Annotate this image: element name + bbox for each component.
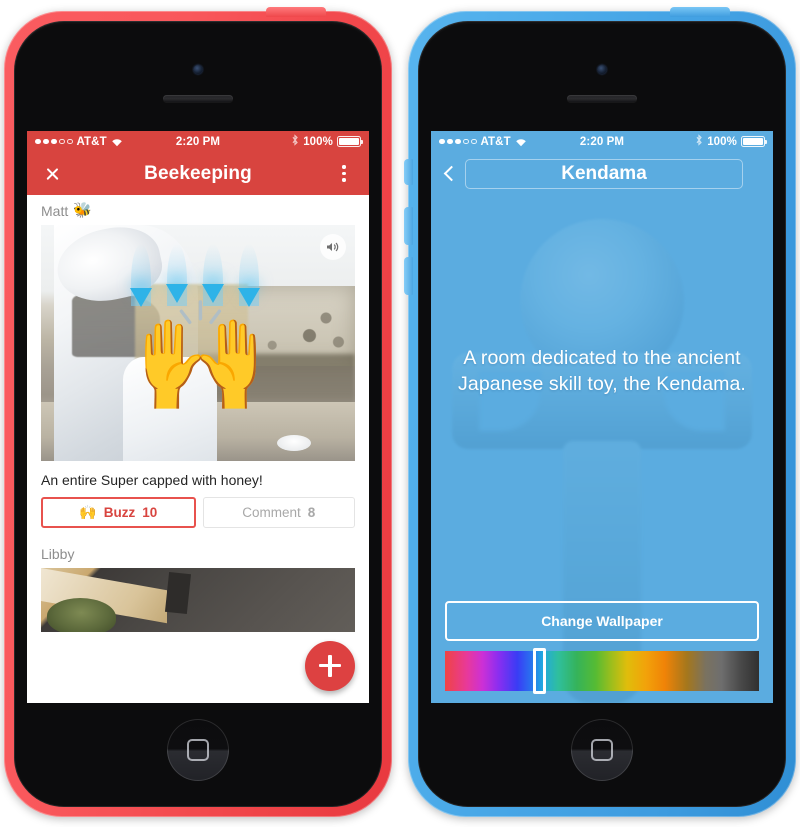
navbar-right: Kendama <box>431 152 773 195</box>
battery-percent-left: 100% <box>303 135 334 148</box>
bee-icon: 🐝 <box>73 202 92 219</box>
room-title-field[interactable]: Kendama <box>465 158 743 189</box>
home-button-right[interactable] <box>571 718 633 781</box>
wifi-icon-left <box>111 137 123 147</box>
phone-bezel-left: AT&T 2:20 PM 100% Beekeeping Matt 🐝 🙌 An… <box>14 20 382 807</box>
earpiece-speaker-left <box>163 94 233 102</box>
clock-right: 2:20 PM <box>579 135 625 148</box>
page-title-left: Beekeeping <box>144 162 252 184</box>
battery-icon-left <box>337 136 364 147</box>
wifi-icon-right <box>515 137 527 147</box>
post-author-row: Matt 🐝 <box>27 195 369 225</box>
buzz-count: 10 <box>142 504 158 520</box>
earpiece-speaker-right <box>567 94 637 102</box>
buzz-button[interactable]: 🙌 Buzz 10 <box>41 496 196 528</box>
front-camera-icon-left <box>193 64 203 74</box>
status-bar-right: AT&T 2:20 PM 100% <box>431 130 773 153</box>
screen-left: AT&T 2:20 PM 100% Beekeeping Matt 🐝 🙌 An… <box>27 130 369 703</box>
photo-plant <box>47 598 117 632</box>
post-author-name: Libby <box>41 545 75 562</box>
color-slider[interactable] <box>445 647 759 694</box>
carrier-label-left: AT&T <box>76 135 107 148</box>
comment-count: 8 <box>307 504 316 520</box>
feed-list[interactable]: Matt 🐝 🙌 An entire Super capped with hon… <box>27 194 369 703</box>
plus-icon <box>319 654 341 677</box>
battery-percent-right: 100% <box>707 135 738 148</box>
home-button-left[interactable] <box>167 718 229 781</box>
front-camera-icon-right <box>597 64 607 74</box>
change-wallpaper-button[interactable]: Change Wallpaper <box>445 600 759 641</box>
add-post-button[interactable] <box>305 640 355 691</box>
back-chevron-icon[interactable] <box>443 165 460 182</box>
screen-right: AT&T 2:20 PM 100% Kendama A room dedicat… <box>431 130 773 703</box>
post-item: Matt 🐝 🙌 An entire Super capped with hon… <box>27 195 369 540</box>
speaker-icon[interactable] <box>320 233 346 260</box>
power-button-left[interactable] <box>266 6 326 17</box>
photo-chair-leg <box>164 571 191 614</box>
mute-switch-right[interactable] <box>404 158 413 185</box>
bluetooth-icon-left <box>291 134 299 149</box>
comment-button[interactable]: Comment 8 <box>202 496 355 528</box>
status-bar-left: AT&T 2:20 PM 100% <box>27 130 369 153</box>
battery-icon-right <box>741 136 768 147</box>
volume-up-button-right[interactable] <box>404 206 413 245</box>
raised-hands-icon: 🙌 <box>133 295 269 417</box>
photo-plate <box>277 435 312 452</box>
two-phone-mockup: AT&T 2:20 PM 100% Beekeeping Matt 🐝 🙌 An… <box>0 0 800 827</box>
phone-left-coral: AT&T 2:20 PM 100% Beekeeping Matt 🐝 🙌 An… <box>4 6 392 817</box>
color-slider-handle[interactable] <box>532 647 546 694</box>
buzz-label: Buzz <box>103 504 136 520</box>
overflow-menu-icon[interactable] <box>331 161 357 187</box>
room-detail-panel: A room dedicated to the ancient Japanese… <box>431 194 773 703</box>
close-icon[interactable] <box>39 161 65 187</box>
signal-strength-icon-right <box>439 138 477 145</box>
clock-left: 2:20 PM <box>175 135 221 148</box>
post-item: Libby <box>27 540 369 632</box>
bluetooth-icon-right <box>695 134 703 149</box>
phone-bezel-right: AT&T 2:20 PM 100% Kendama A room dedicat… <box>418 20 786 807</box>
power-button-right[interactable] <box>670 6 730 17</box>
raised-hands-icon: 🙌 <box>79 504 97 520</box>
post-caption: An entire Super capped with honey! <box>41 471 263 488</box>
carrier-label-right: AT&T <box>480 135 511 148</box>
page-title-right: Kendama <box>561 162 647 184</box>
room-description: A room dedicated to the ancient Japanese… <box>458 346 746 395</box>
comment-label: Comment <box>242 504 301 520</box>
post-author-name: Matt <box>41 202 69 219</box>
volume-down-button-right[interactable] <box>404 256 413 295</box>
phone-right-azure: AT&T 2:20 PM 100% Kendama A room dedicat… <box>404 6 796 817</box>
signal-strength-icon-left <box>35 138 73 145</box>
post-actions: 🙌 Buzz 10 Comment 8 <box>27 496 369 540</box>
post-photo[interactable]: 🙌 <box>41 224 355 461</box>
post-photo[interactable] <box>41 567 355 632</box>
change-wallpaper-label: Change Wallpaper <box>541 612 663 629</box>
navbar-left: Beekeeping <box>27 152 369 195</box>
